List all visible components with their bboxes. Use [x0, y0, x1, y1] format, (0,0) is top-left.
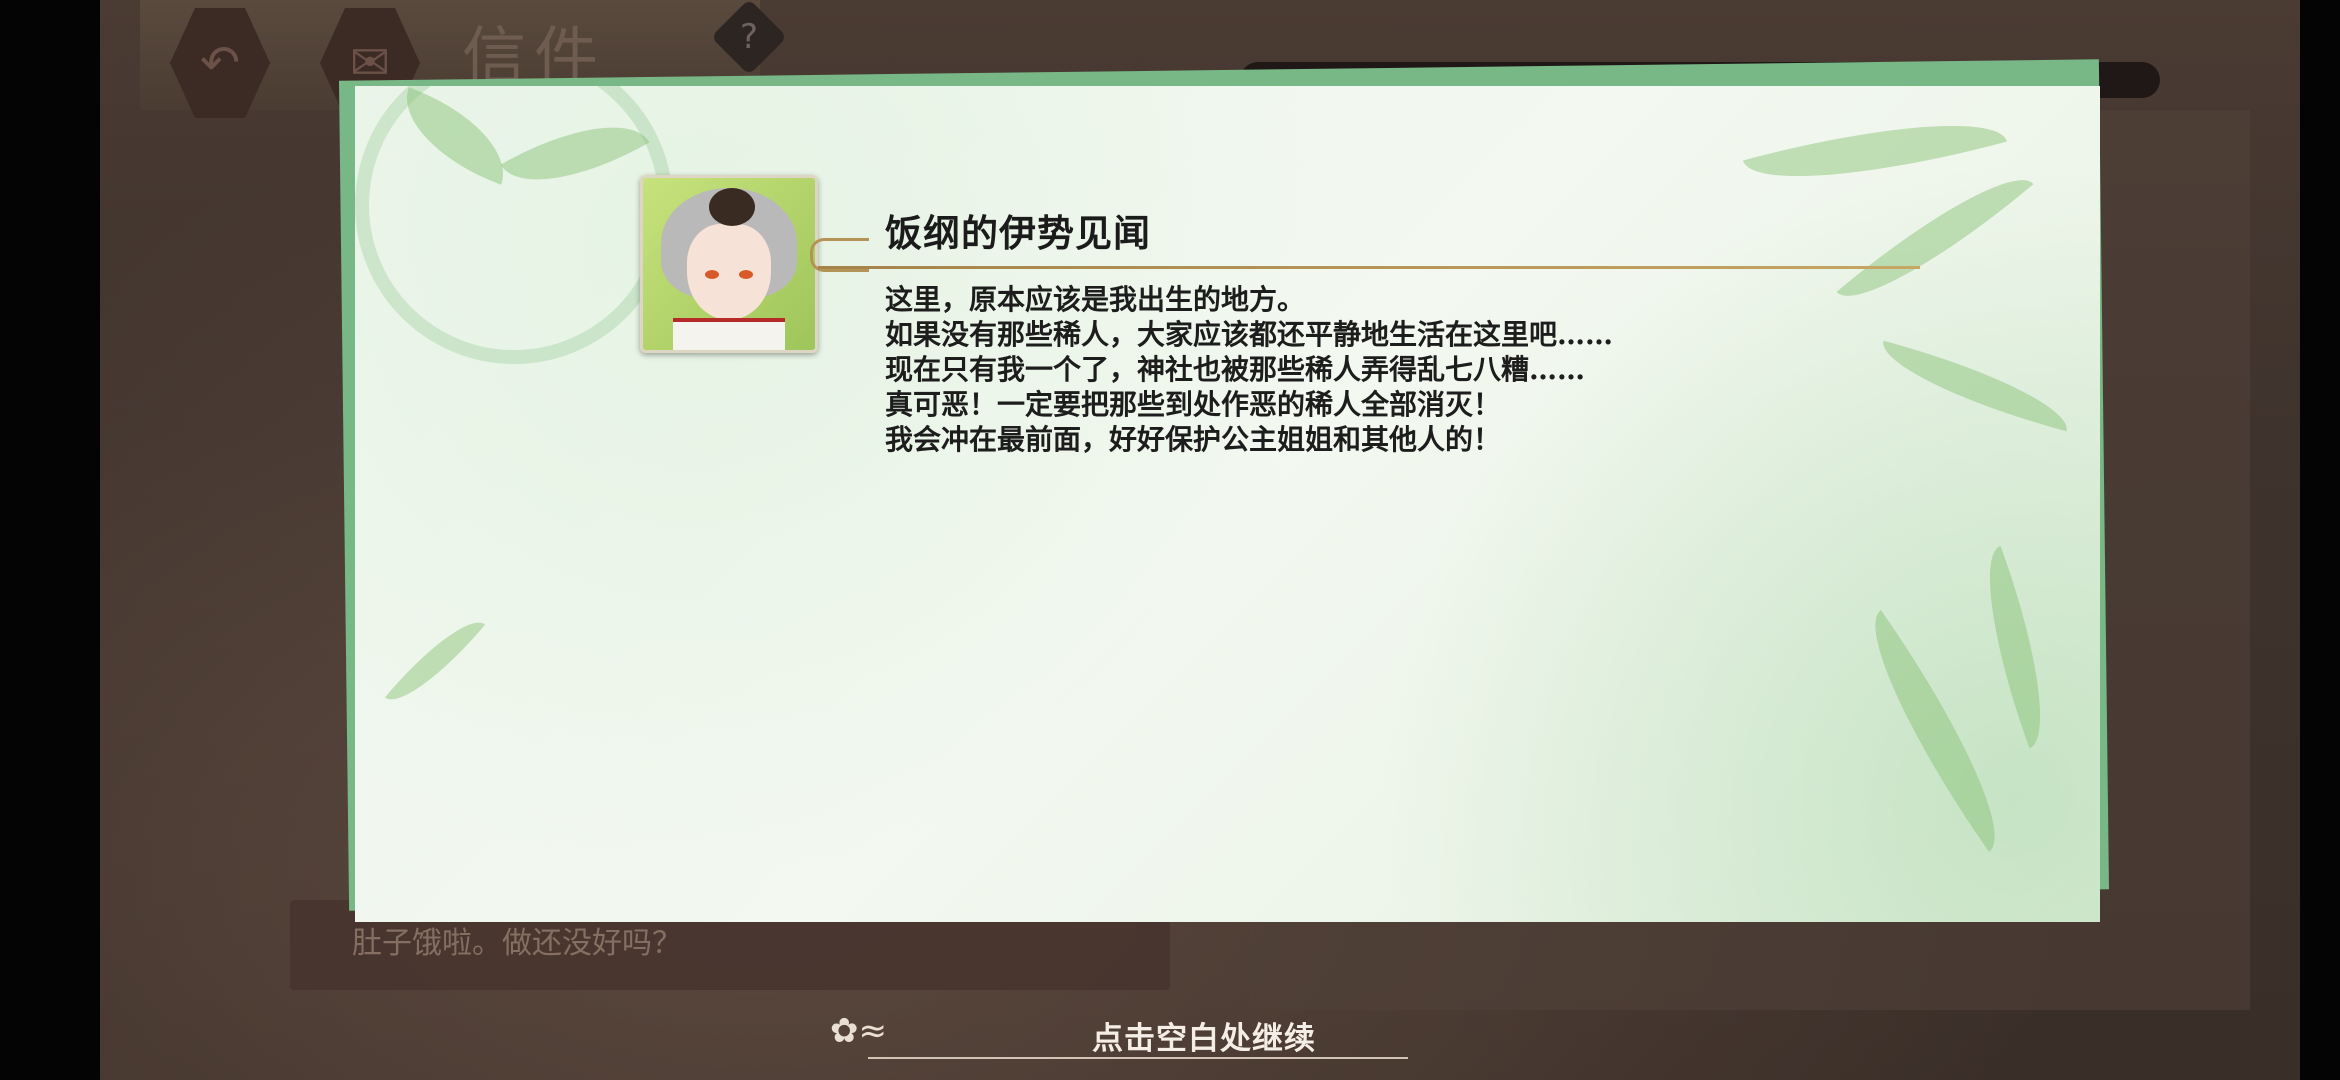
dismiss-overlay[interactable]: ↶ ✉ 信件 ? 肚子饿啦。做还没好吗？ 饭纲的伊势见闻 这里，原本应该是我出生…: [0, 0, 2340, 1080]
letter-line: 如果没有那些稀人，大家应该都还平静地生活在这里吧……: [885, 318, 1614, 351]
avatar-eye: [705, 270, 719, 279]
character-avatar: [640, 175, 818, 353]
right-screen-edge: [2300, 0, 2340, 1080]
leaf-decoration: [1836, 150, 2034, 326]
leaf-decoration: [384, 605, 486, 717]
letter-line: 现在只有我一个了，神社也被那些稀人弄得乱七八糟……: [885, 353, 1586, 386]
background-dialog-text: 肚子饿啦。做还没好吗？: [352, 926, 682, 961]
continue-hint[interactable]: ✿≈ 点击空白处继续: [820, 1005, 1600, 1065]
letter-line: 这里，原本应该是我出生的地方。: [885, 283, 1306, 316]
letter-line: 我会冲在最前面，好好保护公主姐姐和其他人的！: [885, 423, 1502, 456]
help-button: ?: [710, 0, 788, 76]
leaf-decoration: [1961, 545, 2069, 749]
avatar-face: [687, 224, 771, 320]
avatar-eye: [739, 270, 753, 279]
leaf-decoration: [1742, 93, 2008, 209]
left-screen-edge: [0, 0, 100, 1080]
letter-line: 真可恶！一定要把那些到处作恶的稀人全部消灭！: [885, 388, 1502, 421]
help-icon: ?: [739, 17, 759, 57]
avatar-collar: [673, 318, 785, 350]
letter-card: [355, 86, 2100, 922]
letter-body: 这里，原本应该是我出生的地方。 如果没有那些稀人，大家应该都还平静地生活在这里吧…: [885, 282, 1613, 457]
continue-hint-underline: [868, 1057, 1408, 1059]
avatar-hat: [709, 188, 755, 226]
leaf-decoration: [1873, 340, 2077, 432]
title-divider: [818, 266, 1920, 269]
flower-swirl-icon: ✿≈: [830, 1011, 887, 1051]
continue-hint-text: 点击空白处继续: [1092, 1021, 1316, 1057]
letter-title: 饭纲的伊势见闻: [885, 211, 1151, 255]
